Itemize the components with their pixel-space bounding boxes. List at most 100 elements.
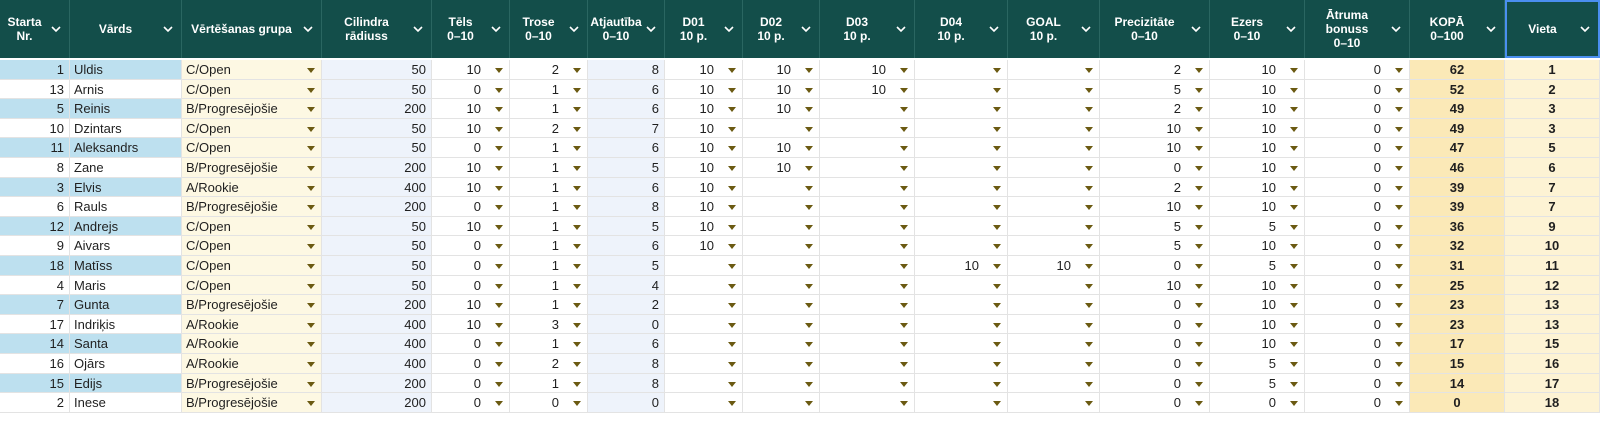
cell-d04[interactable] [915, 99, 1008, 119]
cell-group[interactable]: C/Open [182, 275, 322, 296]
cell-goal[interactable] [1008, 393, 1100, 413]
cell-bonus[interactable]: 0 [1305, 177, 1410, 198]
dropdown-arrow-icon[interactable] [728, 224, 736, 230]
cell-ezers[interactable]: 10 [1210, 197, 1305, 217]
cell-goal[interactable] [1008, 334, 1100, 354]
column-header-name[interactable]: Vārds [70, 0, 182, 58]
cell-prec[interactable]: 0 [1100, 158, 1210, 178]
cell-kopa[interactable]: 14 [1410, 373, 1505, 394]
dropdown-arrow-icon[interactable] [993, 205, 1001, 211]
cell-bonus[interactable]: 0 [1305, 373, 1410, 394]
dropdown-arrow-icon[interactable] [1085, 205, 1093, 211]
cell-atj[interactable]: 4 [588, 275, 665, 296]
cell-d02[interactable]: 10 [743, 99, 820, 119]
cell-d02[interactable] [743, 354, 820, 374]
cell-name[interactable]: Arnis [70, 79, 182, 100]
cell-vieta[interactable]: 12 [1505, 275, 1600, 296]
dropdown-arrow-icon[interactable] [495, 205, 503, 211]
cell-name[interactable]: Andrejs [70, 216, 182, 237]
cell-vieta[interactable]: 13 [1505, 314, 1600, 335]
cell-d02[interactable] [743, 216, 820, 237]
dropdown-arrow-icon[interactable] [307, 381, 315, 387]
cell-d03[interactable] [820, 236, 915, 256]
cell-kopa[interactable]: 23 [1410, 295, 1505, 315]
dropdown-arrow-icon[interactable] [728, 146, 736, 152]
cell-radius[interactable]: 400 [322, 314, 432, 335]
cell-d01[interactable] [665, 275, 743, 296]
chevron-down-icon[interactable] [489, 22, 503, 36]
dropdown-arrow-icon[interactable] [1395, 224, 1403, 230]
cell-tels[interactable]: 0 [432, 197, 510, 217]
cell-bonus[interactable]: 0 [1305, 79, 1410, 100]
dropdown-arrow-icon[interactable] [1195, 224, 1203, 230]
dropdown-arrow-icon[interactable] [805, 322, 813, 328]
dropdown-arrow-icon[interactable] [495, 87, 503, 93]
dropdown-arrow-icon[interactable] [1195, 322, 1203, 328]
cell-nr[interactable]: 1 [0, 60, 70, 80]
cell-nr[interactable]: 12 [0, 216, 70, 237]
cell-nr[interactable]: 9 [0, 236, 70, 256]
dropdown-arrow-icon[interactable] [495, 146, 503, 152]
cell-trose[interactable]: 1 [510, 79, 588, 100]
dropdown-arrow-icon[interactable] [900, 68, 908, 73]
dropdown-arrow-icon[interactable] [1290, 264, 1298, 269]
cell-name[interactable]: Aleksandrs [70, 138, 182, 158]
cell-nr[interactable]: 15 [0, 373, 70, 394]
dropdown-arrow-icon[interactable] [307, 68, 315, 73]
dropdown-arrow-icon[interactable] [1290, 68, 1298, 73]
cell-group[interactable]: B/Progresējošie [182, 295, 322, 315]
cell-d04[interactable] [915, 236, 1008, 256]
dropdown-arrow-icon[interactable] [728, 322, 736, 328]
cell-tels[interactable]: 0 [432, 393, 510, 413]
chevron-down-icon[interactable] [799, 22, 813, 36]
dropdown-arrow-icon[interactable] [573, 224, 581, 230]
cell-prec[interactable]: 5 [1100, 236, 1210, 256]
cell-ezers[interactable]: 10 [1210, 138, 1305, 158]
cell-kopa[interactable]: 0 [1410, 393, 1505, 413]
dropdown-arrow-icon[interactable] [1395, 166, 1403, 171]
cell-kopa[interactable]: 15 [1410, 354, 1505, 374]
cell-goal[interactable] [1008, 373, 1100, 394]
cell-prec[interactable]: 10 [1100, 118, 1210, 139]
cell-nr[interactable]: 8 [0, 158, 70, 178]
dropdown-arrow-icon[interactable] [1085, 264, 1093, 269]
cell-vieta[interactable]: 10 [1505, 236, 1600, 256]
chevron-down-icon[interactable] [644, 22, 658, 36]
dropdown-arrow-icon[interactable] [1290, 205, 1298, 211]
cell-tels[interactable]: 0 [432, 236, 510, 256]
cell-name[interactable]: Ojārs [70, 354, 182, 374]
dropdown-arrow-icon[interactable] [1195, 146, 1203, 152]
cell-d03[interactable] [820, 334, 915, 354]
dropdown-arrow-icon[interactable] [900, 224, 908, 230]
cell-name[interactable]: Elvis [70, 177, 182, 198]
cell-prec[interactable]: 0 [1100, 393, 1210, 413]
dropdown-arrow-icon[interactable] [1290, 303, 1298, 309]
dropdown-arrow-icon[interactable] [1195, 185, 1203, 191]
cell-vieta[interactable]: 7 [1505, 197, 1600, 217]
dropdown-arrow-icon[interactable] [1290, 244, 1298, 250]
dropdown-arrow-icon[interactable] [495, 224, 503, 230]
dropdown-arrow-icon[interactable] [900, 362, 908, 367]
cell-trose[interactable]: 1 [510, 256, 588, 276]
cell-ezers[interactable]: 5 [1210, 216, 1305, 237]
cell-bonus[interactable]: 0 [1305, 118, 1410, 139]
cell-goal[interactable] [1008, 275, 1100, 296]
cell-atj[interactable]: 5 [588, 158, 665, 178]
cell-group[interactable]: C/Open [182, 216, 322, 237]
dropdown-arrow-icon[interactable] [1395, 322, 1403, 328]
cell-group[interactable]: B/Progresējošie [182, 373, 322, 394]
cell-d01[interactable] [665, 354, 743, 374]
cell-d03[interactable]: 10 [820, 79, 915, 100]
cell-radius[interactable]: 50 [322, 216, 432, 237]
dropdown-arrow-icon[interactable] [900, 87, 908, 93]
cell-bonus[interactable]: 0 [1305, 197, 1410, 217]
cell-ezers[interactable]: 10 [1210, 177, 1305, 198]
dropdown-arrow-icon[interactable] [1085, 68, 1093, 73]
cell-d04[interactable]: 10 [915, 256, 1008, 276]
cell-goal[interactable] [1008, 295, 1100, 315]
dropdown-arrow-icon[interactable] [573, 244, 581, 250]
dropdown-arrow-icon[interactable] [495, 283, 503, 289]
cell-group[interactable]: B/Progresējošie [182, 393, 322, 413]
dropdown-arrow-icon[interactable] [495, 322, 503, 328]
cell-prec[interactable]: 0 [1100, 295, 1210, 315]
